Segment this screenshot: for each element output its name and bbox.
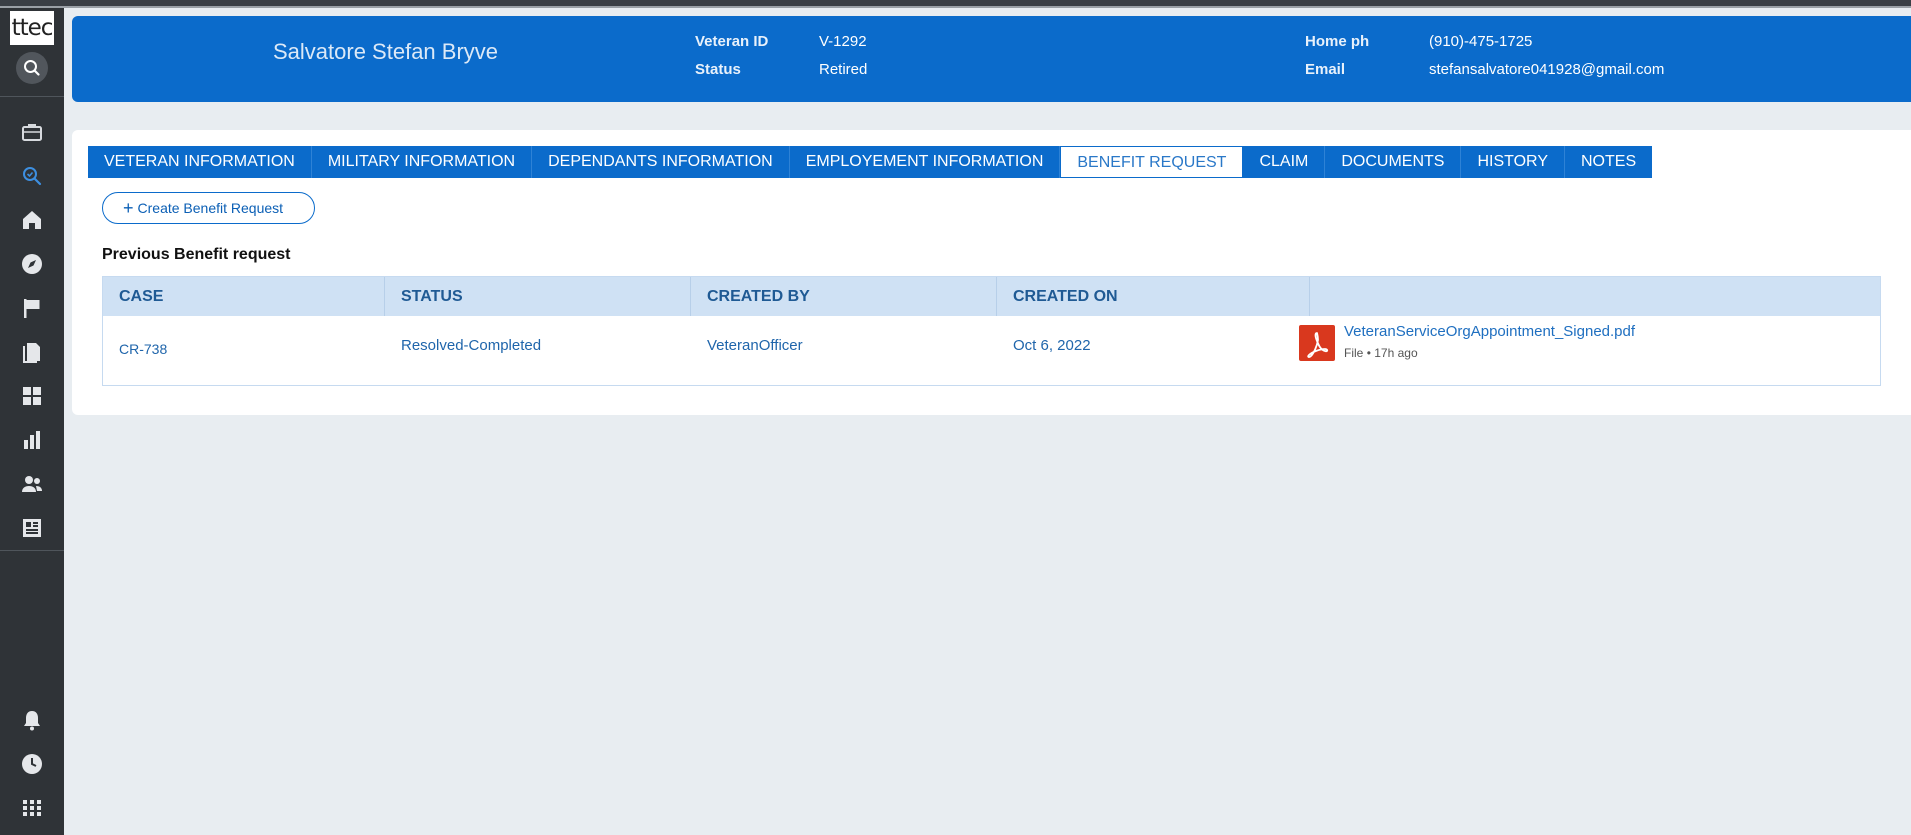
email-value: stefansalvatore041928@gmail.com <box>1429 61 1665 78</box>
documents-icon[interactable] <box>20 340 44 364</box>
tab-dependants-information[interactable]: DEPENDANTS INFORMATION <box>532 146 790 178</box>
window-top-bar <box>0 0 1911 8</box>
file-age-label: 17h ago <box>1374 346 1418 360</box>
home-phone-value: (910)-475-1725 <box>1429 33 1533 50</box>
tab-military-information[interactable]: MILITARY INFORMATION <box>312 146 533 178</box>
ttec-logo: ttec <box>10 11 54 45</box>
attachment-meta: File • 17h ago <box>1344 346 1418 360</box>
briefcase-icon[interactable] <box>20 120 44 144</box>
search-check-icon[interactable] <box>20 164 44 188</box>
dashboard-icon[interactable] <box>20 384 44 408</box>
benefit-request-panel: VETERAN INFORMATION MILITARY INFORMATION… <box>72 130 1911 415</box>
veteran-id-label: Veteran ID <box>695 33 769 50</box>
created-by-cell: VeteranOfficer <box>707 337 803 354</box>
status-cell: Resolved-Completed <box>401 337 542 354</box>
home-phone-label: Home ph <box>1305 33 1370 50</box>
flag-icon[interactable] <box>20 296 44 320</box>
attachment-file-link[interactable]: VeteranServiceOrgAppointment_Signed.pdf <box>1344 323 1635 340</box>
tab-notes[interactable]: NOTES <box>1565 146 1652 178</box>
home-icon[interactable] <box>20 208 44 232</box>
plus-icon: + <box>123 198 134 218</box>
tab-employement-information[interactable]: EMPLOYEMENT INFORMATION <box>790 146 1061 178</box>
status-label: Status <box>695 61 741 78</box>
sidebar-divider <box>0 96 64 97</box>
search-icon[interactable] <box>16 52 48 84</box>
veteran-name: Salvatore Stefan Bryve <box>273 39 499 64</box>
bell-icon[interactable] <box>20 708 44 732</box>
tab-documents[interactable]: DOCUMENTS <box>1325 146 1462 178</box>
tab-bar: VETERAN INFORMATION MILITARY INFORMATION… <box>88 146 1653 178</box>
apps-grid-icon[interactable] <box>20 796 44 820</box>
column-header-status[interactable]: STATUS <box>385 277 691 316</box>
create-benefit-request-label: Create Benefit Request <box>137 200 284 216</box>
tab-history[interactable]: HISTORY <box>1461 146 1565 178</box>
tab-veteran-information[interactable]: VETERAN INFORMATION <box>88 146 312 178</box>
news-icon[interactable] <box>20 516 44 540</box>
bar-chart-icon[interactable] <box>20 428 44 452</box>
users-icon[interactable] <box>20 472 44 496</box>
column-header-case[interactable]: CASE <box>103 277 385 316</box>
file-type-label: File <box>1344 346 1364 360</box>
column-header-created-by[interactable]: CREATED BY <box>691 277 997 316</box>
pdf-file-icon[interactable] <box>1299 325 1335 361</box>
tab-benefit-request[interactable]: BENEFIT REQUEST <box>1060 146 1244 178</box>
column-header-attachment <box>1310 277 1880 316</box>
veteran-id-value: V-1292 <box>819 33 867 50</box>
table-header: CASE STATUS CREATED BY CREATED ON <box>103 277 1880 316</box>
case-link[interactable]: CR-738 <box>119 341 167 357</box>
create-benefit-request-button[interactable]: + Create Benefit Request <box>102 192 315 224</box>
sidebar: ttec <box>0 8 64 835</box>
benefit-request-table: CASE STATUS CREATED BY CREATED ON CR-738… <box>102 276 1881 386</box>
created-on-cell: Oct 6, 2022 <box>1013 337 1091 354</box>
section-title: Previous Benefit request <box>102 246 291 263</box>
status-value: Retired <box>819 61 868 78</box>
veteran-header: Salvatore Stefan Bryve Veteran ID V-1292… <box>72 16 1911 102</box>
tab-claim[interactable]: CLAIM <box>1243 146 1326 178</box>
column-header-created-on[interactable]: CREATED ON <box>997 277 1310 316</box>
clock-icon[interactable] <box>20 752 44 776</box>
email-label: Email <box>1305 61 1346 78</box>
compass-icon[interactable] <box>20 252 44 276</box>
sidebar-divider <box>0 550 64 551</box>
